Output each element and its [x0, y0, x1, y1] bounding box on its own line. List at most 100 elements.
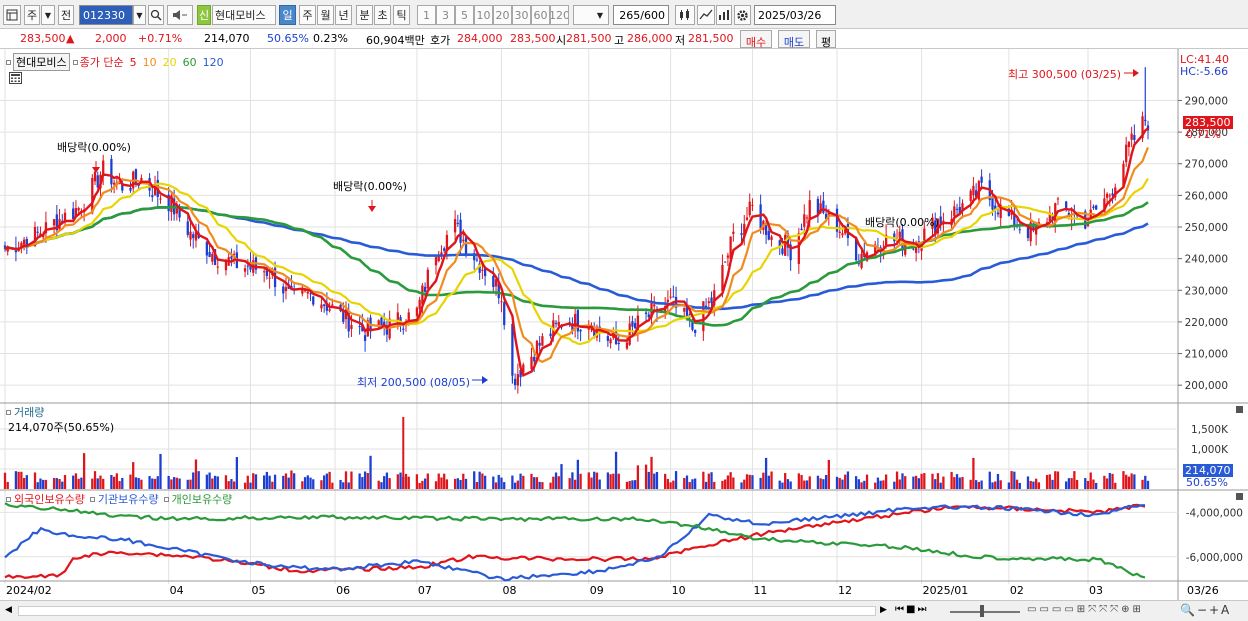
volume-bar — [82, 453, 86, 489]
volume-bar — [293, 473, 296, 489]
candle-body — [628, 323, 631, 345]
volume-bar — [263, 475, 266, 489]
buy-button[interactable]: 매수 — [740, 30, 772, 49]
interval-button-120[interactable]: 120 — [550, 5, 569, 25]
volume-bar — [617, 473, 620, 489]
sell-button[interactable]: 매도 — [778, 30, 810, 49]
market-dropdown-button[interactable]: ▼ — [41, 5, 55, 25]
interval-button-1[interactable]: 1 — [417, 5, 436, 25]
ma-legend-10[interactable]: 10 — [143, 56, 157, 69]
prev-button[interactable]: 전 — [58, 5, 74, 25]
chart-area[interactable]: 290,000280,000270,000260,000250,000240,0… — [0, 49, 1248, 621]
volume-bar — [824, 474, 828, 489]
period-tab-6[interactable]: 틱 — [393, 5, 410, 25]
volume-bar — [759, 477, 762, 489]
volume-bar — [530, 473, 533, 489]
indicator-button[interactable] — [716, 5, 732, 25]
candle-body — [710, 297, 713, 303]
volume-bar — [483, 475, 487, 489]
layout-icon[interactable] — [3, 5, 21, 25]
low-annotation: 최저 200,500 (08/05) — [357, 376, 471, 389]
volume-bar — [55, 478, 58, 489]
volume-bar — [344, 471, 348, 489]
interval-button-5[interactable]: 5 — [455, 5, 474, 25]
interval-button-20[interactable]: 20 — [493, 5, 512, 25]
interval-button-30[interactable]: 30 — [512, 5, 531, 25]
volume-bar — [369, 455, 372, 489]
data-count-total: /600 — [640, 8, 665, 22]
horizontal-scrollbar[interactable] — [18, 606, 876, 616]
calculator-icon[interactable] — [9, 72, 22, 84]
stock-name-field[interactable]: 현대모비스 — [212, 5, 276, 25]
data-count-input[interactable]: 265/600 — [613, 5, 669, 25]
volume-bar — [1089, 472, 1092, 489]
volume-bar — [691, 479, 694, 489]
volume-title[interactable]: 거래량 — [14, 404, 44, 420]
period-tab-5[interactable]: 초 — [374, 5, 391, 25]
ma-legend-120[interactable]: 120 — [203, 56, 224, 69]
legend-foreign[interactable]: 외국인보유수량 — [14, 491, 85, 507]
code-dropdown-button[interactable]: ▼ — [133, 5, 146, 25]
avg-button[interactable]: 평 — [816, 30, 836, 49]
legend-institution[interactable]: 기관보유수량 — [98, 491, 159, 507]
sound-button[interactable] — [167, 5, 193, 25]
volume-bar — [115, 473, 118, 489]
chart-tool-button[interactable] — [675, 5, 695, 25]
draw-tool-button[interactable] — [697, 5, 715, 25]
scroll-right-icon[interactable]: ▶ — [880, 605, 887, 615]
volume-bar — [175, 477, 179, 489]
volume-bar — [110, 474, 113, 489]
period-tab-0[interactable]: 일 — [279, 5, 296, 25]
x-axis-end-label: 03/26 — [1187, 584, 1219, 597]
legend-marker-icon — [163, 496, 169, 502]
date-input[interactable]: 2025/03/26 — [754, 5, 836, 25]
candle-body — [634, 323, 637, 329]
ma-legend-5[interactable]: 5 — [130, 56, 137, 69]
candle-body — [513, 378, 517, 386]
candle-body — [554, 322, 558, 324]
calculator-grid-icon — [11, 74, 20, 82]
volume-bar — [789, 481, 792, 489]
volume-bar — [140, 479, 143, 489]
legend-ma-label[interactable]: 종가 단순 — [80, 54, 124, 70]
legend-stock-name[interactable]: 현대모비스 — [13, 53, 70, 71]
period-tab-2[interactable]: 월 — [317, 5, 334, 25]
interval-button-3[interactable]: 3 — [436, 5, 455, 25]
volume-bar — [904, 476, 907, 489]
volume-bar — [197, 471, 200, 489]
volume-bar — [492, 476, 495, 489]
volume-bar — [685, 475, 689, 489]
interval-button-60[interactable]: 60 — [531, 5, 550, 25]
zoom-slider-handle[interactable] — [980, 605, 984, 617]
candle-body — [797, 233, 800, 264]
volume-bar — [58, 479, 61, 489]
zoom-slider[interactable] — [950, 611, 1020, 613]
volume-bar — [764, 457, 768, 489]
ma-legend-20[interactable]: 20 — [163, 56, 177, 69]
legend-individual[interactable]: 개인보유수량 — [172, 491, 233, 507]
search-button[interactable] — [148, 5, 164, 25]
zoom-controls[interactable]: 🔍−+A — [1180, 603, 1231, 617]
period-tab-3[interactable]: 년 — [335, 5, 352, 25]
x-axis-label: 08 — [502, 584, 517, 597]
candle-body — [77, 208, 80, 211]
buy-label: 매수 — [745, 36, 767, 49]
stock-code-input[interactable]: 012330 — [79, 5, 133, 25]
playback-controls[interactable]: ⏮■⏭ — [895, 604, 928, 615]
interval-button-10[interactable]: 10 — [474, 5, 493, 25]
avg-label: 평 — [820, 36, 832, 49]
settings-button[interactable] — [734, 5, 751, 25]
volume-bar — [383, 476, 386, 489]
period-tab-1[interactable]: 주 — [299, 5, 316, 25]
chart-tool-icons[interactable]: ▭▭▭▭⊞⤧⤧⤧⊕⊞ — [1027, 604, 1144, 615]
volume-bar — [396, 474, 399, 489]
scroll-left-icon[interactable]: ◀ — [5, 605, 12, 615]
volume-bar — [385, 472, 389, 489]
volume-bar — [99, 475, 102, 489]
volume-bar — [421, 480, 424, 489]
market-select[interactable]: 주 — [24, 5, 40, 25]
ma-legend-60[interactable]: 60 — [183, 56, 197, 69]
volume-bar — [129, 474, 132, 489]
period-tab-4[interactable]: 분 — [356, 5, 373, 25]
interval-input[interactable]: ▼ — [573, 5, 609, 25]
